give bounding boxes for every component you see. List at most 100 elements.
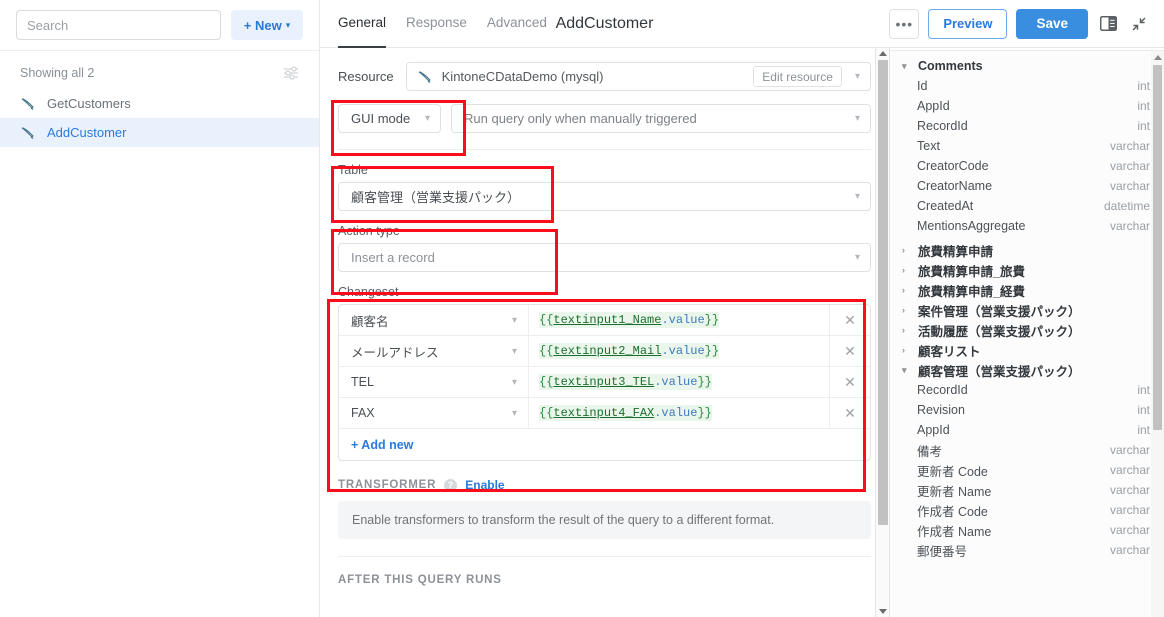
close-icon[interactable]: ✕ [830,305,870,335]
chevron-down-icon: ▾ [424,113,430,124]
changeset-value-input[interactable]: {{textinput2_Mail.value}} [529,336,830,366]
changeset-value-input[interactable]: {{textinput3_TEL.value}} [529,367,830,397]
schema-column[interactable]: RecordId int [890,116,1164,136]
changeset-key-select[interactable]: FAX ▾ [339,398,529,428]
schema-column[interactable]: 作成者 Name varchar [890,520,1164,540]
more-options-button[interactable]: ••• [889,8,920,39]
schema-table-collapsed[interactable]: › 顧客リスト [890,340,1164,360]
trigger-mode-select[interactable]: Run query only when manually triggered ▾ [451,104,871,133]
schema-column[interactable]: 備考 varchar [890,440,1164,460]
schema-table-collapsed[interactable]: › 旅費精算申請_旅費 [890,260,1164,280]
column-type: varchar [1109,179,1150,193]
scroll-down-arrow-icon[interactable] [879,609,887,614]
schema-column[interactable]: 郵便番号 varchar [890,540,1164,560]
action-type-label: Action type [338,224,400,238]
schema-table-collapsed[interactable]: › 旅費精算申請_経費 [890,280,1164,300]
column-name: AppId [917,423,950,437]
schema-column[interactable]: CreatedAt datetime [890,196,1164,216]
tab-response[interactable]: Response [406,0,467,48]
column-name: MentionsAggregate [917,219,1026,233]
schema-column[interactable]: Id int [890,76,1164,96]
changeset-key-select[interactable]: メールアドレス ▾ [339,336,529,366]
schema-column[interactable]: AppId int [890,420,1164,440]
schema-scrollbar[interactable] [1151,51,1164,617]
schema-column[interactable]: CreatorCode varchar [890,156,1164,176]
schema-table-collapsed[interactable]: › 案件管理（営業支援パック） [890,300,1164,320]
close-icon[interactable]: ✕ [830,367,870,397]
panel-layout-icon[interactable] [1097,13,1119,35]
tab-advanced[interactable]: Advanced [487,0,547,48]
query-name: GetCustomers [47,96,131,111]
schema-table-customer-management[interactable]: ▾ 顧客管理（営業支援パック） [890,360,1164,380]
close-icon[interactable]: ✕ [830,398,870,428]
chevron-down-icon: ▾ [854,252,860,263]
table-select[interactable]: 顧客管理（営業支援パック） ▾ [338,182,871,211]
search-placeholder: Search [27,17,69,33]
scroll-up-arrow-icon[interactable] [1154,55,1162,60]
column-name: Text [917,139,940,153]
question-mark-icon[interactable]: ? [444,478,458,492]
changeset-key-select[interactable]: 顧客名 ▾ [339,305,529,335]
scrollbar-thumb[interactable] [878,60,888,525]
table-name: 旅費精算申請_旅費 [918,264,1025,279]
sidebar-item-getcustomers[interactable]: GetCustomers [0,89,319,118]
schema-column[interactable]: Text varchar [890,136,1164,156]
mustache-close: }} [704,313,720,327]
binding-variable: textinput3_TEL [553,375,655,389]
chevron-down-icon: ▾ [854,191,860,202]
add-new-button[interactable]: + Add new [351,438,413,452]
query-mode-select[interactable]: GUI mode ▾ [338,104,441,133]
new-button[interactable]: + New ▾ [231,10,303,40]
binding-property: .value [654,406,698,420]
tab-general[interactable]: General [338,0,387,48]
sidebar-item-addcustomer[interactable]: AddCustomer [0,118,319,147]
changeset-value-input[interactable]: {{textinput1_Name.value}} [529,305,830,335]
resource-label: Resource [338,69,394,84]
column-name: 郵便番号 [917,544,968,559]
schema-table-collapsed[interactable]: › 旅費精算申請 [890,240,1164,260]
transformer-enable-link[interactable]: Enable [465,478,504,492]
column-name: 備考 [917,444,943,459]
column-type: varchar [1109,523,1150,537]
schema-column[interactable]: AppId int [890,96,1164,116]
sliders-icon[interactable] [283,66,299,80]
schema-table-collapsed[interactable]: › 活動履歴（営業支援パック） [890,320,1164,340]
editor-scrollbar[interactable] [875,48,889,617]
column-name: RecordId [917,119,968,133]
action-type-value: Insert a record [351,250,435,265]
chevron-down-icon: ▾ [511,345,517,357]
schema-column[interactable]: 更新者 Name varchar [890,480,1164,500]
schema-column[interactable]: 作成者 Code varchar [890,500,1164,520]
schema-column[interactable]: CreatorName varchar [890,176,1164,196]
chevron-down-icon: ▾ [511,407,517,419]
action-type-select[interactable]: Insert a record ▾ [338,243,871,272]
divider [338,149,871,150]
resource-select[interactable]: KintoneCDataDemo (mysql) Edit resource ▾ [405,62,871,91]
scroll-up-arrow-icon[interactable] [879,51,887,56]
edit-resource-button[interactable]: Edit resource [753,66,842,87]
schema-column[interactable]: RecordId int [890,380,1164,400]
resource-row: Resource KintoneCDataDemo (mysql) Edit r… [338,62,871,91]
schema-column[interactable]: 更新者 Code varchar [890,460,1164,480]
mustache-open: {{ [539,313,554,327]
changeset-label: Changeset [338,285,399,299]
schema-table-comments[interactable]: ▾ Comments [890,56,1164,76]
column-type: int [1137,383,1150,397]
collapse-arrows-icon[interactable] [1128,13,1150,35]
schema-column[interactable]: MentionsAggregate varchar [890,216,1164,236]
preview-button[interactable]: Preview [928,8,1008,39]
chevron-right-icon: › [902,285,905,295]
search-input[interactable]: Search [16,10,221,40]
changeset-value-input[interactable]: {{textinput4_FAX.value}} [529,398,830,428]
kintone-query-editor-app: Search + New ▾ Showing all 2 GetCustomer… [0,0,1164,617]
mustache-close: }} [704,344,720,358]
table-name: 旅費精算申請 [918,244,994,259]
mysql-icon [20,126,36,140]
changeset-key-select[interactable]: TEL ▾ [339,367,529,397]
save-button[interactable]: Save [1016,8,1088,39]
column-type: varchar [1109,159,1150,173]
scrollbar-thumb[interactable] [1153,65,1162,430]
close-icon[interactable]: ✕ [830,336,870,366]
schema-column[interactable]: Revision int [890,400,1164,420]
changeset-row: 顧客名 ▾ {{textinput1_Name.value}} ✕ [339,305,870,336]
